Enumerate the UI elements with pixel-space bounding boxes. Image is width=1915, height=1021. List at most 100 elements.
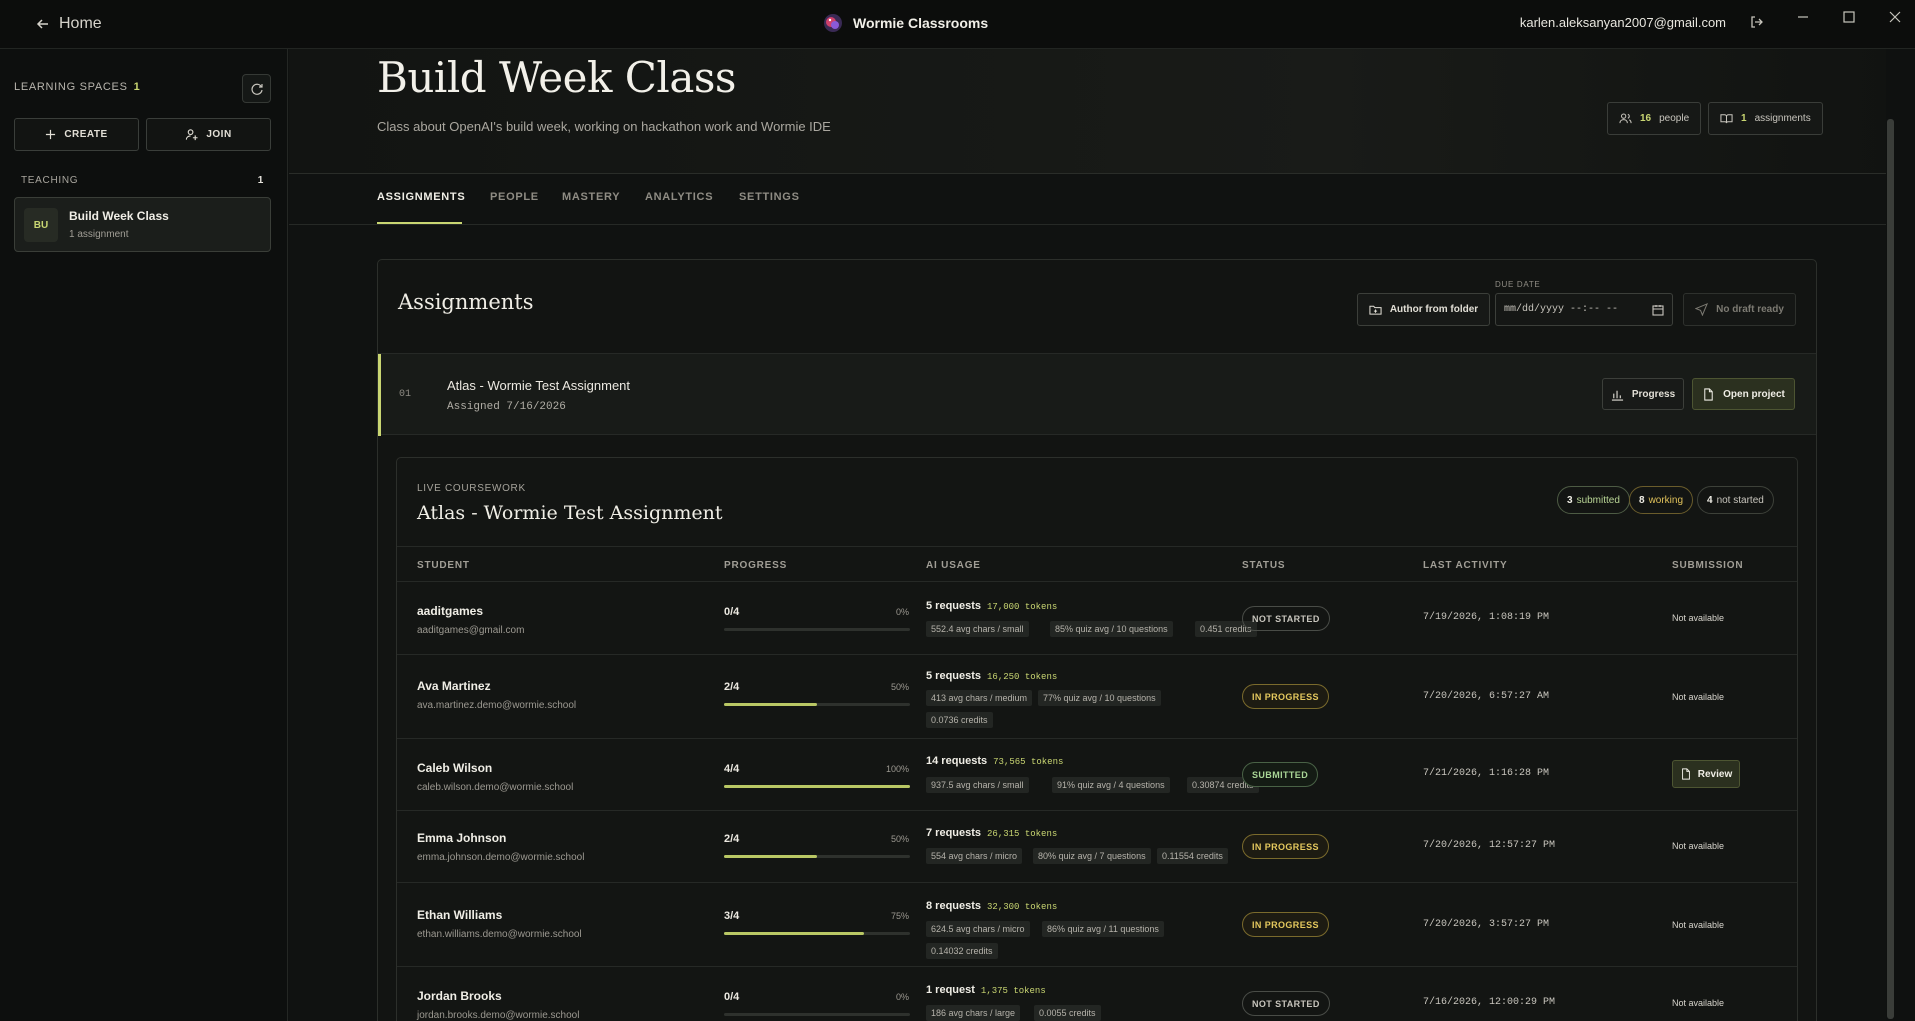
student-name: aaditgames (417, 604, 484, 618)
page-title: Build Week Class (377, 53, 737, 102)
submission-status: Not available (1672, 613, 1725, 623)
progress-fill (724, 785, 910, 788)
home-button[interactable]: Home (36, 12, 102, 36)
ai-chip: 186 avg chars / large (926, 1005, 1021, 1021)
last-activity: 7/19/2026, 1:08:19 PM (1423, 612, 1550, 623)
ai-chip: 0.0736 credits (926, 712, 993, 728)
tab-assignments[interactable]: ASSIGNMENTS (377, 191, 465, 203)
maximize-icon[interactable] (1840, 8, 1858, 26)
ai-chip: 624.5 avg chars / micro (926, 921, 1030, 937)
create-button[interactable]: CREATE (14, 118, 139, 151)
tab-mastery[interactable]: MASTERY (562, 191, 620, 203)
join-button[interactable]: JOIN (146, 118, 271, 151)
student-name: Emma Johnson (417, 831, 507, 845)
column-header: LAST ACTIVITY (1423, 560, 1508, 571)
working-count-badge: 8 working (1629, 486, 1694, 514)
review-button[interactable]: Review (1672, 760, 1740, 788)
table-row[interactable]: Jordan Brooks jordan.brooks.demo@wormie.… (397, 967, 1797, 1021)
user-email: karlen.aleksanyan2007@gmail.com (1519, 15, 1726, 30)
learning-spaces-count: 1 (133, 81, 141, 93)
author-from-folder-button[interactable]: Author from folder (1357, 293, 1490, 326)
progress-fraction: 2/4 (724, 681, 740, 693)
ai-tokens: 73,565 tokens (993, 757, 1064, 767)
tab-analytics[interactable]: ANALYTICS (645, 191, 713, 203)
assignments-count-badge[interactable]: 1 assignments (1708, 102, 1823, 135)
active-tab-indicator (377, 222, 462, 224)
progress-bar (724, 855, 910, 858)
progress-percent: 50% (890, 834, 909, 844)
ai-requests: 5 requests 17,000 tokens (926, 600, 1058, 612)
ai-chip: 80% quiz avg / 7 questions (1033, 848, 1151, 864)
progress-bar (724, 703, 910, 706)
last-activity: 7/21/2026, 1:16:28 PM (1423, 768, 1550, 779)
refresh-button[interactable] (242, 74, 271, 103)
last-activity: 7/20/2026, 3:57:27 PM (1423, 919, 1550, 930)
progress-bar (724, 785, 910, 788)
open-project-button[interactable]: Open project (1692, 378, 1795, 410)
coursework-title: Atlas - Wormie Test Assignment (417, 502, 723, 524)
file-icon (1702, 387, 1715, 401)
tab-people[interactable]: PEOPLE (490, 191, 539, 203)
wormie-logo-icon (822, 12, 844, 34)
logout-icon[interactable] (1749, 14, 1765, 30)
calendar-icon[interactable] (1652, 304, 1664, 316)
student-name: Jordan Brooks (417, 989, 502, 1003)
home-label: Home (59, 15, 102, 32)
ai-chip: 91% quiz avg / 4 questions (1052, 777, 1170, 793)
last-activity: 7/20/2026, 12:57:27 PM (1423, 840, 1556, 851)
table-row[interactable]: Emma Johnson emma.johnson.demo@wormie.sc… (397, 811, 1797, 883)
close-icon[interactable] (1886, 8, 1904, 26)
class-description: Class about OpenAI's build week, working… (377, 119, 831, 134)
ai-requests: 1 request 1,375 tokens (926, 984, 1046, 996)
status-badge: NOT STARTED (1242, 606, 1330, 631)
table-row[interactable]: aaditgames aaditgames@gmail.com 0/4 0% 5… (397, 582, 1797, 655)
ai-requests: 7 requests 26,315 tokens (926, 827, 1058, 839)
assignment-date: Assigned 7/16/2026 (447, 401, 566, 413)
scrollbar-track[interactable] (1886, 49, 1895, 1021)
status-badge: NOT STARTED (1242, 991, 1330, 1016)
people-count-badge[interactable]: 16 people (1607, 102, 1702, 135)
class-name: Build Week Class (69, 209, 169, 223)
user-plus-icon (185, 128, 198, 141)
status-badge: IN PROGRESS (1242, 912, 1329, 937)
ai-tokens: 26,315 tokens (987, 829, 1058, 839)
class-assignment-count: 1 assignment (69, 229, 129, 240)
ai-chip: 0.0055 credits (1034, 1005, 1101, 1021)
ai-requests: 5 requests 16,250 tokens (926, 670, 1058, 682)
student-email: caleb.wilson.demo@wormie.school (417, 782, 574, 793)
teaching-heading: TEACHING 1 (21, 175, 264, 186)
submission-status: Not available (1672, 920, 1725, 930)
progress-button[interactable]: Progress (1602, 378, 1684, 410)
coursework-kicker: LIVE COURSEWORK (417, 483, 526, 494)
assignment-row[interactable]: 01 Atlas - Wormie Test Assignment Assign… (378, 353, 1816, 436)
ai-chip: 552.4 avg chars / small (926, 621, 1029, 637)
scrollbar-thumb[interactable] (1887, 119, 1894, 1019)
ai-tokens: 32,300 tokens (987, 902, 1058, 912)
ai-tokens: 17,000 tokens (987, 602, 1058, 612)
submission-status: Not available (1672, 841, 1725, 851)
assignments-panel: Assignments Author from folder DUE DATE … (377, 259, 1817, 1021)
due-date-input[interactable]: mm/dd/yyyy --:-- -- (1495, 293, 1673, 326)
class-avatar: BU (24, 208, 58, 242)
progress-percent: 50% (890, 682, 909, 692)
tab-settings[interactable]: SETTINGS (739, 191, 800, 203)
student-name: Caleb Wilson (417, 761, 493, 775)
status-badge: IN PROGRESS (1242, 834, 1329, 859)
ai-tokens: 16,250 tokens (987, 672, 1058, 682)
student-email: ava.martinez.demo@wormie.school (417, 700, 577, 711)
progress-percent: 0% (895, 992, 909, 1002)
tab-bar: ASSIGNMENTS PEOPLE MASTERY ANALYTICS SET… (289, 174, 1895, 225)
table-row[interactable]: Ethan Williams ethan.williams.demo@wormi… (397, 883, 1797, 967)
minimize-icon[interactable] (1794, 8, 1812, 26)
title-bar: Home Wormie Classrooms karlen.aleksanyan… (0, 0, 1915, 49)
student-email: emma.johnson.demo@wormie.school (417, 852, 585, 863)
sidebar-item-build-week-class[interactable]: BU Build Week Class 1 assignment (14, 197, 271, 252)
progress-fill (724, 932, 864, 935)
progress-bar (724, 932, 910, 935)
student-email: jordan.brooks.demo@wormie.school (417, 1010, 580, 1021)
table-row[interactable]: Ava Martinez ava.martinez.demo@wormie.sc… (397, 655, 1797, 739)
table-row[interactable]: Caleb Wilson caleb.wilson.demo@wormie.sc… (397, 739, 1797, 811)
ai-chip: 0.14032 credits (926, 943, 998, 959)
progress-fraction: 3/4 (724, 910, 740, 922)
no-draft-ready-button[interactable]: No draft ready (1683, 293, 1796, 326)
